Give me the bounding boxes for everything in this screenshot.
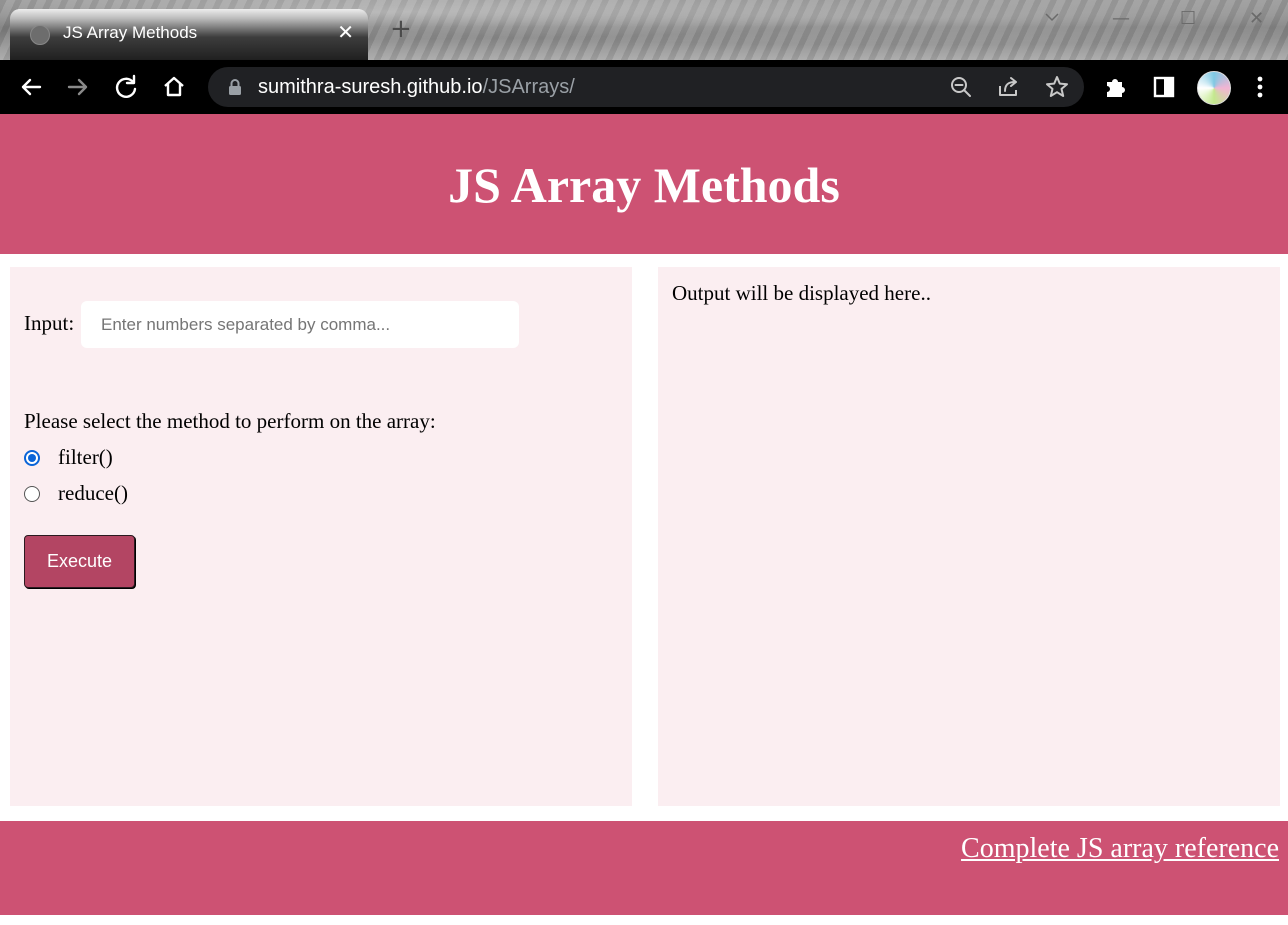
bookmark-star-icon[interactable] bbox=[1042, 72, 1072, 102]
address-bar[interactable]: sumithra-suresh.github.io/JSArrays/ bbox=[208, 67, 1084, 107]
page-header: JS Array Methods bbox=[0, 114, 1288, 254]
url-domain: sumithra-suresh.github.io bbox=[258, 76, 483, 98]
reduce-radio-label[interactable]: reduce() bbox=[58, 481, 128, 506]
filter-radio[interactable] bbox=[24, 450, 40, 466]
more-menu-icon[interactable] bbox=[1245, 72, 1275, 102]
address-url[interactable]: sumithra-suresh.github.io/JSArrays/ bbox=[258, 76, 575, 99]
filter-radio-label[interactable]: filter() bbox=[58, 445, 113, 470]
minimize-button[interactable]: — bbox=[1112, 8, 1130, 29]
output-text: Output will be displayed here.. bbox=[672, 281, 931, 305]
reduce-radio[interactable] bbox=[24, 486, 40, 502]
profile-avatar[interactable] bbox=[1197, 71, 1231, 105]
window-close-button[interactable]: ✕ bbox=[1249, 8, 1264, 29]
share-icon[interactable] bbox=[994, 72, 1024, 102]
browser-toolbar: sumithra-suresh.github.io/JSArrays/ bbox=[0, 60, 1288, 114]
tab-title: JS Array Methods bbox=[63, 23, 198, 42]
url-path: /JSArrays/ bbox=[482, 76, 575, 98]
array-reference-link[interactable]: Complete JS array reference bbox=[961, 833, 1279, 865]
globe-favicon-icon bbox=[30, 25, 50, 45]
maximize-button[interactable]: ☐ bbox=[1180, 8, 1196, 29]
tab-close-icon[interactable]: ✕ bbox=[337, 20, 354, 44]
forward-arrow-icon[interactable] bbox=[63, 72, 93, 102]
page-footer: Complete JS array reference bbox=[0, 821, 1288, 915]
back-arrow-icon[interactable] bbox=[16, 72, 46, 102]
execute-button[interactable]: Execute bbox=[24, 535, 135, 588]
input-label: Input: bbox=[24, 311, 75, 335]
input-panel: Input: Please select the method to perfo… bbox=[10, 267, 632, 806]
reload-icon[interactable] bbox=[111, 72, 141, 102]
browser-tab-active[interactable]: JS Array Methods ✕ bbox=[10, 9, 368, 60]
lock-icon[interactable] bbox=[228, 79, 242, 100]
home-icon[interactable] bbox=[159, 72, 189, 102]
side-panel-icon[interactable] bbox=[1149, 72, 1179, 102]
browser-tab-strip: JS Array Methods ✕ + — ☐ ✕ bbox=[0, 0, 1288, 60]
page-title: JS Array Methods bbox=[448, 157, 840, 213]
extensions-puzzle-icon[interactable] bbox=[1101, 72, 1131, 102]
output-panel: Output will be displayed here.. bbox=[658, 267, 1280, 806]
new-tab-button[interactable]: + bbox=[390, 16, 412, 42]
numbers-input[interactable] bbox=[81, 301, 519, 348]
method-prompt: Please select the method to perform on t… bbox=[24, 409, 436, 433]
tab-search-chevron-icon[interactable] bbox=[1043, 8, 1061, 31]
zoom-out-icon[interactable] bbox=[946, 72, 976, 102]
